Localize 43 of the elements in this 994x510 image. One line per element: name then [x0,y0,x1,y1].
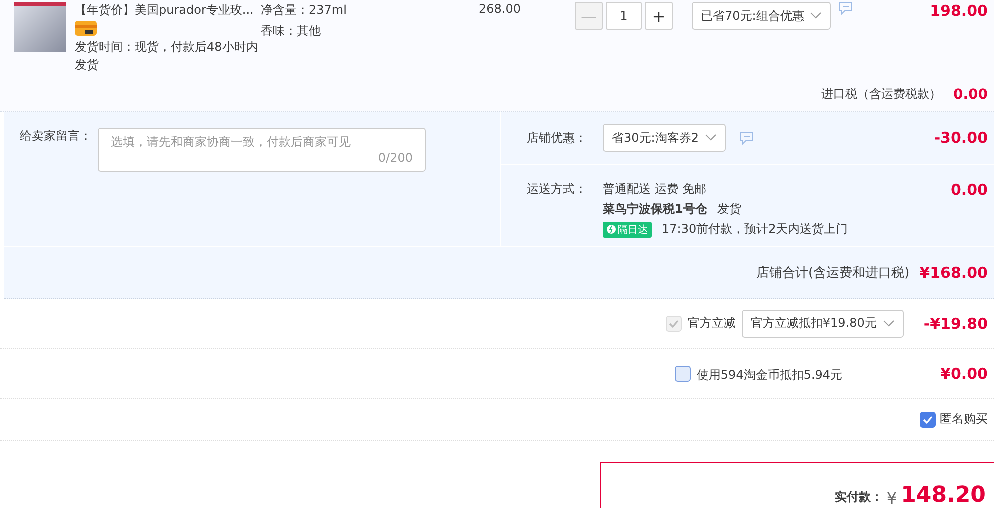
increase-button[interactable]: + [645,2,673,30]
eta-text: 17:30前付款，预计2天内送货上门 [662,221,848,238]
card-icon [75,21,97,36]
spec-text: 净含量：237ml [261,2,348,19]
ship-text: 发货 [717,201,742,218]
official-value: -¥19.80 [924,314,988,332]
chat-icon[interactable] [839,2,854,15]
official-label: 官方立减 [688,315,736,332]
pay-amount: 148.20 [901,484,986,508]
coins-value: ¥0.00 [940,364,988,382]
shop-total-value: ¥168.00 [920,264,988,282]
discount-dropdown[interactable]: 省30元:淘客券2 [603,124,726,152]
item-total: 198.00 [930,2,988,20]
next-day-badge: 隔日达 [603,222,652,238]
caret-icon [810,12,822,20]
discount-value: -30.00 [934,129,988,147]
discount-label: 店铺优惠： [526,130,588,146]
anonymous-label: 匿名购买 [940,411,988,428]
checkbox[interactable] [920,412,936,428]
shipping-value: 0.00 [950,181,988,199]
quantity-field[interactable]: 1 [606,2,642,30]
shop-total-label: 店铺合计(含运费和进口税) [756,264,910,282]
caret-icon [882,320,895,328]
note-label: 给卖家留言： [20,128,92,145]
check-icon [923,416,933,424]
chat-icon[interactable] [740,132,754,144]
tax-value: 0.00 [953,86,988,102]
checkbox[interactable] [674,366,691,382]
photo-placeholder [14,2,66,52]
coins-label: 使用594淘金币抵扣5.94元 [696,367,843,384]
currency-sign: ¥ [886,489,898,508]
pay-label: 实付款： [834,489,883,506]
shipping-label: 运送方式： [526,181,588,198]
product-title[interactable]: 【年货价】美国purador专业玫... [75,2,259,19]
delivery-time: 发货时间：现货，付款后48小时内发货 [75,39,259,74]
caret-icon [704,134,717,142]
warehouse-name: 菜鸟宁波保税1号仓 [603,201,708,218]
tax-label: 进口税（含运费税款） [821,86,942,103]
promo-dropdown[interactable]: 已省70元:组合优惠 [692,2,832,30]
shipping-method: 普通配送 运费 免邮 [603,181,708,198]
spec-text: 香味：其他 [261,23,322,40]
check-icon [668,320,679,328]
unit-price: 268.00 [479,2,521,16]
